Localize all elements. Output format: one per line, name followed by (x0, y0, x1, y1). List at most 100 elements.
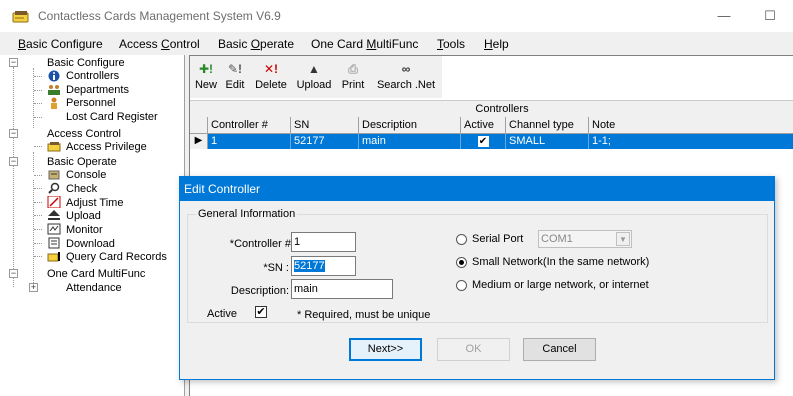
small-network-label: Small Network(In the same network) (472, 256, 650, 268)
tree-basic-configure[interactable]: Basic Configure (47, 57, 125, 70)
next-button[interactable]: Next>> (349, 338, 422, 361)
column-controller[interactable]: Controller # (208, 117, 291, 134)
description-field[interactable]: main (291, 279, 393, 299)
small-network-radio[interactable] (456, 257, 467, 268)
collapse-basic-configure[interactable]: − (9, 58, 18, 67)
tree-upload[interactable]: Upload (66, 210, 101, 223)
add-icon: ✚! (198, 62, 214, 76)
binoculars-icon: ∞ (401, 62, 411, 76)
tree-connector (34, 243, 42, 244)
active-label: Active (207, 308, 237, 320)
tree-connector (34, 215, 42, 216)
tree-connector (34, 103, 42, 104)
tree-controllers[interactable]: Controllers (66, 70, 119, 83)
upload-icon (48, 210, 60, 220)
tree-departments[interactable]: Departments (66, 84, 129, 97)
person-icon (51, 97, 57, 109)
tree-query-card-records[interactable]: Query Card Records (66, 251, 167, 264)
controller-number-label: *Controller #: (229, 238, 294, 250)
tree-console[interactable]: Console (66, 169, 106, 182)
tree-access-privilege[interactable]: Access Privilege (66, 141, 147, 154)
tree-connector (34, 146, 42, 147)
ok-button[interactable]: OK (437, 338, 510, 361)
cell-note[interactable]: 1-1; (589, 134, 793, 149)
menu-bar: Basic Configure Access Control Basic Ope… (0, 36, 793, 54)
query-records-icon (47, 252, 60, 262)
delete-button[interactable]: ✕! Delete (253, 60, 289, 96)
row-header-corner (190, 117, 208, 134)
grid-header: Controller # SN Description Active Chann… (190, 117, 793, 134)
column-active[interactable]: Active (461, 117, 506, 134)
tree-connector (34, 76, 42, 77)
tree-check[interactable]: Check (66, 183, 97, 196)
menu-basic-configure[interactable]: Basic Configure (18, 37, 103, 51)
cell-description[interactable]: main (359, 134, 461, 149)
description-label: Description: (230, 285, 289, 297)
collapse-access-control[interactable]: − (9, 129, 18, 138)
minimize-button[interactable]: — (709, 5, 739, 27)
search-net-button[interactable]: ∞ Search .Net (373, 60, 439, 96)
info-icon (48, 70, 60, 82)
medium-network-label: Medium or large network, or internet (472, 279, 649, 291)
menu-help[interactable]: Help (484, 37, 509, 51)
app-card-icon (12, 11, 29, 23)
departments-icon (48, 85, 60, 95)
tree-connector (34, 175, 42, 176)
tree-download[interactable]: Download (66, 238, 115, 251)
maximize-button[interactable]: ☐ (755, 5, 785, 27)
serial-port-select[interactable]: COM1 ▼ (538, 230, 632, 248)
tree-personnel[interactable]: Personnel (66, 97, 116, 110)
column-note[interactable]: Note (589, 117, 793, 134)
required-note: * Required, must be unique (297, 309, 431, 321)
magnifier-icon (48, 182, 60, 194)
grid-caption: Controllers (190, 100, 793, 117)
active-checkbox[interactable]: ✔ (255, 306, 267, 318)
tree-connector (34, 202, 42, 203)
column-sn[interactable]: SN (291, 117, 359, 134)
active-checkbox[interactable]: ✔ (477, 136, 489, 147)
serial-port-radio[interactable] (456, 234, 467, 245)
upload-button[interactable]: ▲ Upload (294, 60, 334, 96)
edit-button[interactable]: ✎! Edit (222, 60, 248, 96)
console-icon (48, 170, 60, 180)
column-description[interactable]: Description (359, 117, 461, 134)
window-title: Contactless Cards Management System V6.9 (38, 9, 281, 23)
tree-adjust-time[interactable]: Adjust Time (66, 197, 123, 210)
cell-controller[interactable]: 1 (208, 134, 291, 149)
dialog-title: Edit Controller (180, 177, 774, 201)
new-button[interactable]: ✚! New (194, 60, 218, 96)
cancel-button[interactable]: Cancel (523, 338, 596, 361)
menu-one-card-multifunc[interactable]: One Card MultiFunc (311, 37, 418, 51)
medium-network-radio[interactable] (456, 280, 467, 291)
monitor-icon (47, 223, 61, 235)
tree-attendance[interactable]: Attendance (66, 282, 122, 295)
upload-arrow-icon: ▲ (308, 62, 320, 76)
expand-attendance[interactable]: + (29, 283, 38, 292)
sn-label: *SN : (263, 262, 289, 274)
tree-connector (34, 188, 42, 189)
card-icon (47, 142, 61, 152)
print-button[interactable]: ⎙ Print (338, 60, 368, 96)
menu-basic-operate[interactable]: Basic Operate (218, 37, 294, 51)
tree-lost-card-register[interactable]: Lost Card Register (66, 111, 158, 124)
controller-number-field[interactable]: 1 (291, 232, 356, 252)
table-row[interactable]: ▶ 1 52177 main ✔ SMALL 1-1; (190, 134, 793, 149)
cell-active[interactable]: ✔ (461, 134, 506, 149)
cell-channel-type[interactable]: SMALL (506, 134, 589, 149)
cell-sn[interactable]: 52177 (291, 134, 359, 149)
collapse-basic-operate[interactable]: − (9, 157, 18, 166)
edit-controller-dialog: Edit Controller General Information *Con… (179, 176, 775, 380)
navigation-tree: − Basic Configure Controllers Department… (0, 55, 184, 396)
menu-access-control[interactable]: Access Control (119, 37, 200, 51)
tree-one-card-multifunc[interactable]: One Card MultiFunc (47, 268, 145, 281)
menu-tools[interactable]: Tools (437, 37, 465, 51)
group-legend: General Information (196, 208, 298, 220)
column-channel-type[interactable]: Channel type (506, 117, 589, 134)
sn-selected-text: 52177 (294, 260, 325, 272)
chevron-down-icon: ▼ (616, 232, 630, 246)
tree-monitor[interactable]: Monitor (66, 224, 103, 237)
tree-connector (34, 256, 42, 257)
collapse-one-card[interactable]: − (9, 269, 18, 278)
current-row-indicator-icon: ▶ (190, 134, 208, 149)
sn-field[interactable]: 52177 (291, 256, 356, 276)
